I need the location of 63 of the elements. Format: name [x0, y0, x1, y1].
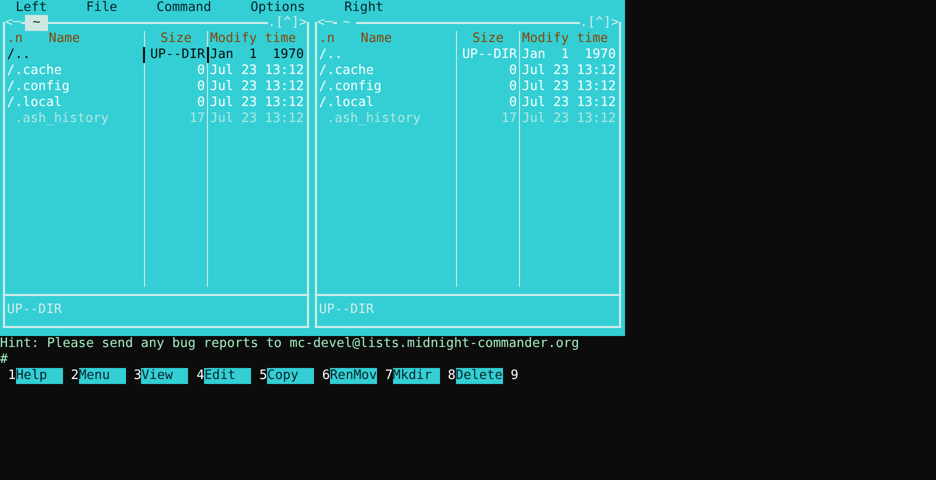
- function-key[interactable]: Help: [16, 368, 63, 384]
- function-key[interactable]: Delete: [456, 368, 503, 384]
- function-key[interactable]: Menu: [78, 368, 126, 384]
- file-name[interactable]: /.local: [317, 95, 456, 111]
- function-key[interactable]: Mkdir: [392, 368, 440, 384]
- file-name[interactable]: /.local: [5, 95, 144, 111]
- mini-status: UP--DIR: [5, 294, 307, 326]
- column-header[interactable]: Size: [457, 31, 519, 47]
- file-name[interactable]: /.config: [317, 79, 456, 95]
- file-size: 0: [508, 95, 518, 111]
- panel-path: ~: [24, 15, 48, 31]
- file-size: 0: [196, 95, 206, 111]
- key-number: 8: [448, 368, 456, 384]
- file-size: 0: [508, 63, 518, 79]
- column-header[interactable]: Name: [360, 31, 392, 47]
- menu-item[interactable]: File: [86, 0, 118, 16]
- file-time: Jul 23 13:12: [522, 63, 617, 79]
- file-time: Jul 23 13:12: [522, 95, 617, 111]
- function-key[interactable]: RenMov: [330, 368, 377, 384]
- file-time: Jul 23 13:12: [210, 95, 305, 111]
- file-time: Jul 23 13:12: [210, 111, 305, 127]
- file-name[interactable]: /..: [5, 47, 144, 63]
- sort-indicator[interactable]: .n: [319, 31, 335, 47]
- file-size: 0: [196, 63, 206, 79]
- key-number: 4: [196, 368, 204, 384]
- menu-item[interactable]: Left: [16, 0, 47, 16]
- file-size: 0: [196, 79, 206, 95]
- key-number: 3: [134, 368, 142, 384]
- column-header[interactable]: Size: [145, 31, 207, 47]
- key-number: 9: [510, 368, 518, 384]
- file-size: UP--DIR: [461, 47, 518, 63]
- file-size: 17: [500, 111, 518, 127]
- file-name[interactable]: /.config: [5, 79, 144, 95]
- file-name[interactable]: /.cache: [5, 63, 144, 79]
- menu-item[interactable]: Command: [156, 0, 212, 16]
- function-key[interactable]: Copy: [267, 368, 314, 384]
- column-header[interactable]: Name: [48, 31, 80, 47]
- menu-item[interactable]: Right: [344, 0, 384, 16]
- key-number: 5: [259, 368, 268, 384]
- file-size: 0: [508, 79, 518, 95]
- file-time: Jul 23 13:12: [522, 111, 617, 127]
- key-number: 2: [70, 368, 79, 384]
- file-time: Jul 23 13:12: [210, 79, 305, 95]
- file-time: Jul 23 13:12: [210, 63, 305, 79]
- file-time: Jan 1 1970: [210, 47, 305, 63]
- file-time: Jan 1 1970: [522, 47, 617, 63]
- key-number: 1: [8, 368, 16, 384]
- mini-status: UP--DIR: [317, 294, 619, 326]
- file-name[interactable]: /..: [317, 47, 456, 63]
- menu-item[interactable]: Options: [250, 0, 306, 16]
- file-size: 17: [188, 111, 206, 127]
- shell-prompt: #: [0, 352, 9, 368]
- file-size: UP--DIR: [145, 47, 207, 63]
- file-time: Jul 23 13:12: [522, 79, 617, 95]
- sort-indicator[interactable]: .n: [7, 31, 23, 47]
- key-number: 7: [384, 368, 393, 384]
- key-number: 6: [322, 368, 330, 384]
- hint-line: Hint: Please send any bug reports to mc-devel@lists.midnight-commander.org: [0, 336, 580, 352]
- file-name[interactable]: /.cache: [317, 63, 456, 79]
- column-header[interactable]: Modify time: [522, 31, 619, 47]
- function-key[interactable]: View: [141, 368, 188, 384]
- function-key[interactable]: Edit: [204, 368, 252, 384]
- column-header[interactable]: Modify time: [210, 31, 307, 47]
